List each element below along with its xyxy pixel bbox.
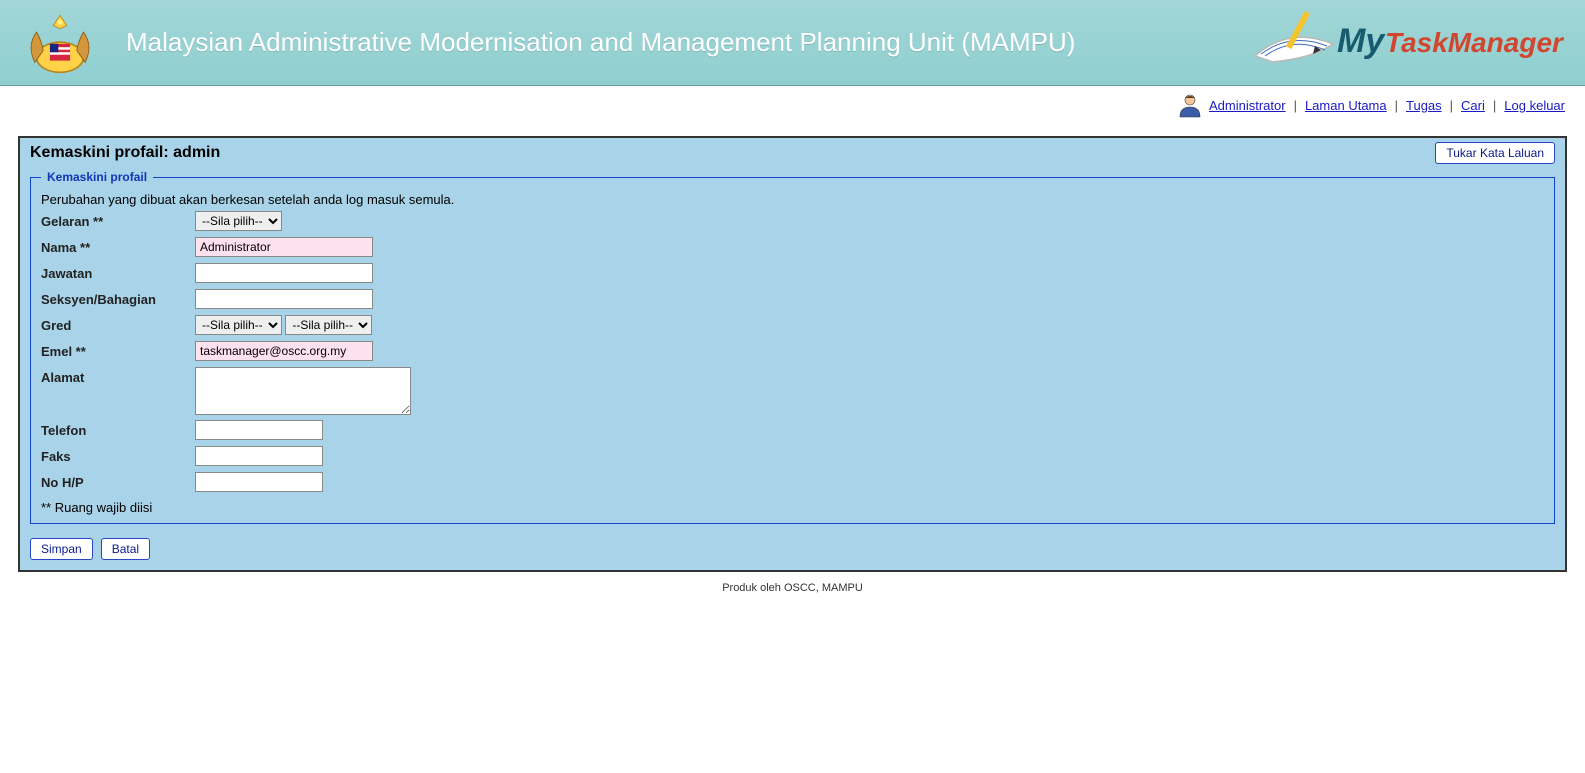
form-notice: Perubahan yang dibuat akan berkesan sete… [41,192,1544,207]
gred-select-2[interactable]: --Sila pilih-- [285,315,372,335]
faks-input[interactable] [195,446,323,466]
profile-fieldset: Kemaskini profail Perubahan yang dibuat … [30,170,1555,524]
top-nav: Administrator | Laman Utama | Tugas | Ca… [0,86,1585,136]
row-seksyen: Seksyen/Bahagian [41,289,1544,313]
label-faks: Faks [41,446,195,464]
nama-input[interactable] [195,237,373,257]
save-button[interactable]: Simpan [30,538,93,560]
label-nohp: No H/P [41,472,195,490]
nav-logout-link[interactable]: Log keluar [1504,98,1565,113]
fieldset-legend: Kemaskini profail [41,170,153,184]
emel-input[interactable] [195,341,373,361]
change-password-button[interactable]: Tukar Kata Laluan [1435,142,1555,164]
nav-home-link[interactable]: Laman Utama [1305,98,1387,113]
form-actions: Simpan Batal [20,532,1565,570]
row-gelaran: Gelaran ** --Sila pilih-- [41,211,1544,235]
mytaskmanager-logo: My TaskManager [1237,4,1567,79]
row-alamat: Alamat [41,367,1544,418]
row-nama: Nama ** [41,237,1544,261]
row-faks: Faks [41,446,1544,470]
cancel-button[interactable]: Batal [101,538,150,560]
nav-sep: | [1491,98,1498,113]
row-telefon: Telefon [41,420,1544,444]
svg-text:My: My [1337,22,1386,60]
gred-select-1[interactable]: --Sila pilih-- [195,315,282,335]
svg-text:TaskManager: TaskManager [1385,27,1565,58]
nohp-input[interactable] [195,472,323,492]
required-note: ** Ruang wajib diisi [41,500,1544,515]
nav-user-link[interactable]: Administrator [1209,98,1286,113]
label-nama: Nama ** [41,237,195,255]
app-title: Malaysian Administrative Modernisation a… [126,26,1075,59]
nav-tasks-link[interactable]: Tugas [1406,98,1442,113]
row-emel: Emel ** [41,341,1544,365]
row-nohp: No H/P [41,472,1544,496]
label-alamat: Alamat [41,367,195,385]
page-title: Kemaskini profail: admin [30,144,220,162]
label-gelaran: Gelaran ** [41,211,195,229]
content-panel: Kemaskini profail: admin Tukar Kata Lalu… [18,136,1567,572]
page-header: Kemaskini profail: admin Tukar Kata Lalu… [20,138,1565,170]
label-emel: Emel ** [41,341,195,359]
label-seksyen: Seksyen/Bahagian [41,289,195,307]
nav-search-link[interactable]: Cari [1461,98,1485,113]
alamat-textarea[interactable] [195,367,411,415]
person-icon [1177,92,1203,118]
crest-icon [18,12,102,74]
row-jawatan: Jawatan [41,263,1544,287]
row-gred: Gred --Sila pilih-- --Sila pilih-- [41,315,1544,339]
footer-text: Produk oleh OSCC, MAMPU [18,572,1567,614]
header-banner: Malaysian Administrative Modernisation a… [0,0,1585,86]
label-gred: Gred [41,315,195,333]
gelaran-select[interactable]: --Sila pilih-- [195,211,282,231]
seksyen-input[interactable] [195,289,373,309]
label-jawatan: Jawatan [41,263,195,281]
telefon-input[interactable] [195,420,323,440]
nav-sep: | [1393,98,1400,113]
nav-sep: | [1292,98,1299,113]
nav-sep: | [1448,98,1455,113]
jawatan-input[interactable] [195,263,373,283]
label-telefon: Telefon [41,420,195,438]
